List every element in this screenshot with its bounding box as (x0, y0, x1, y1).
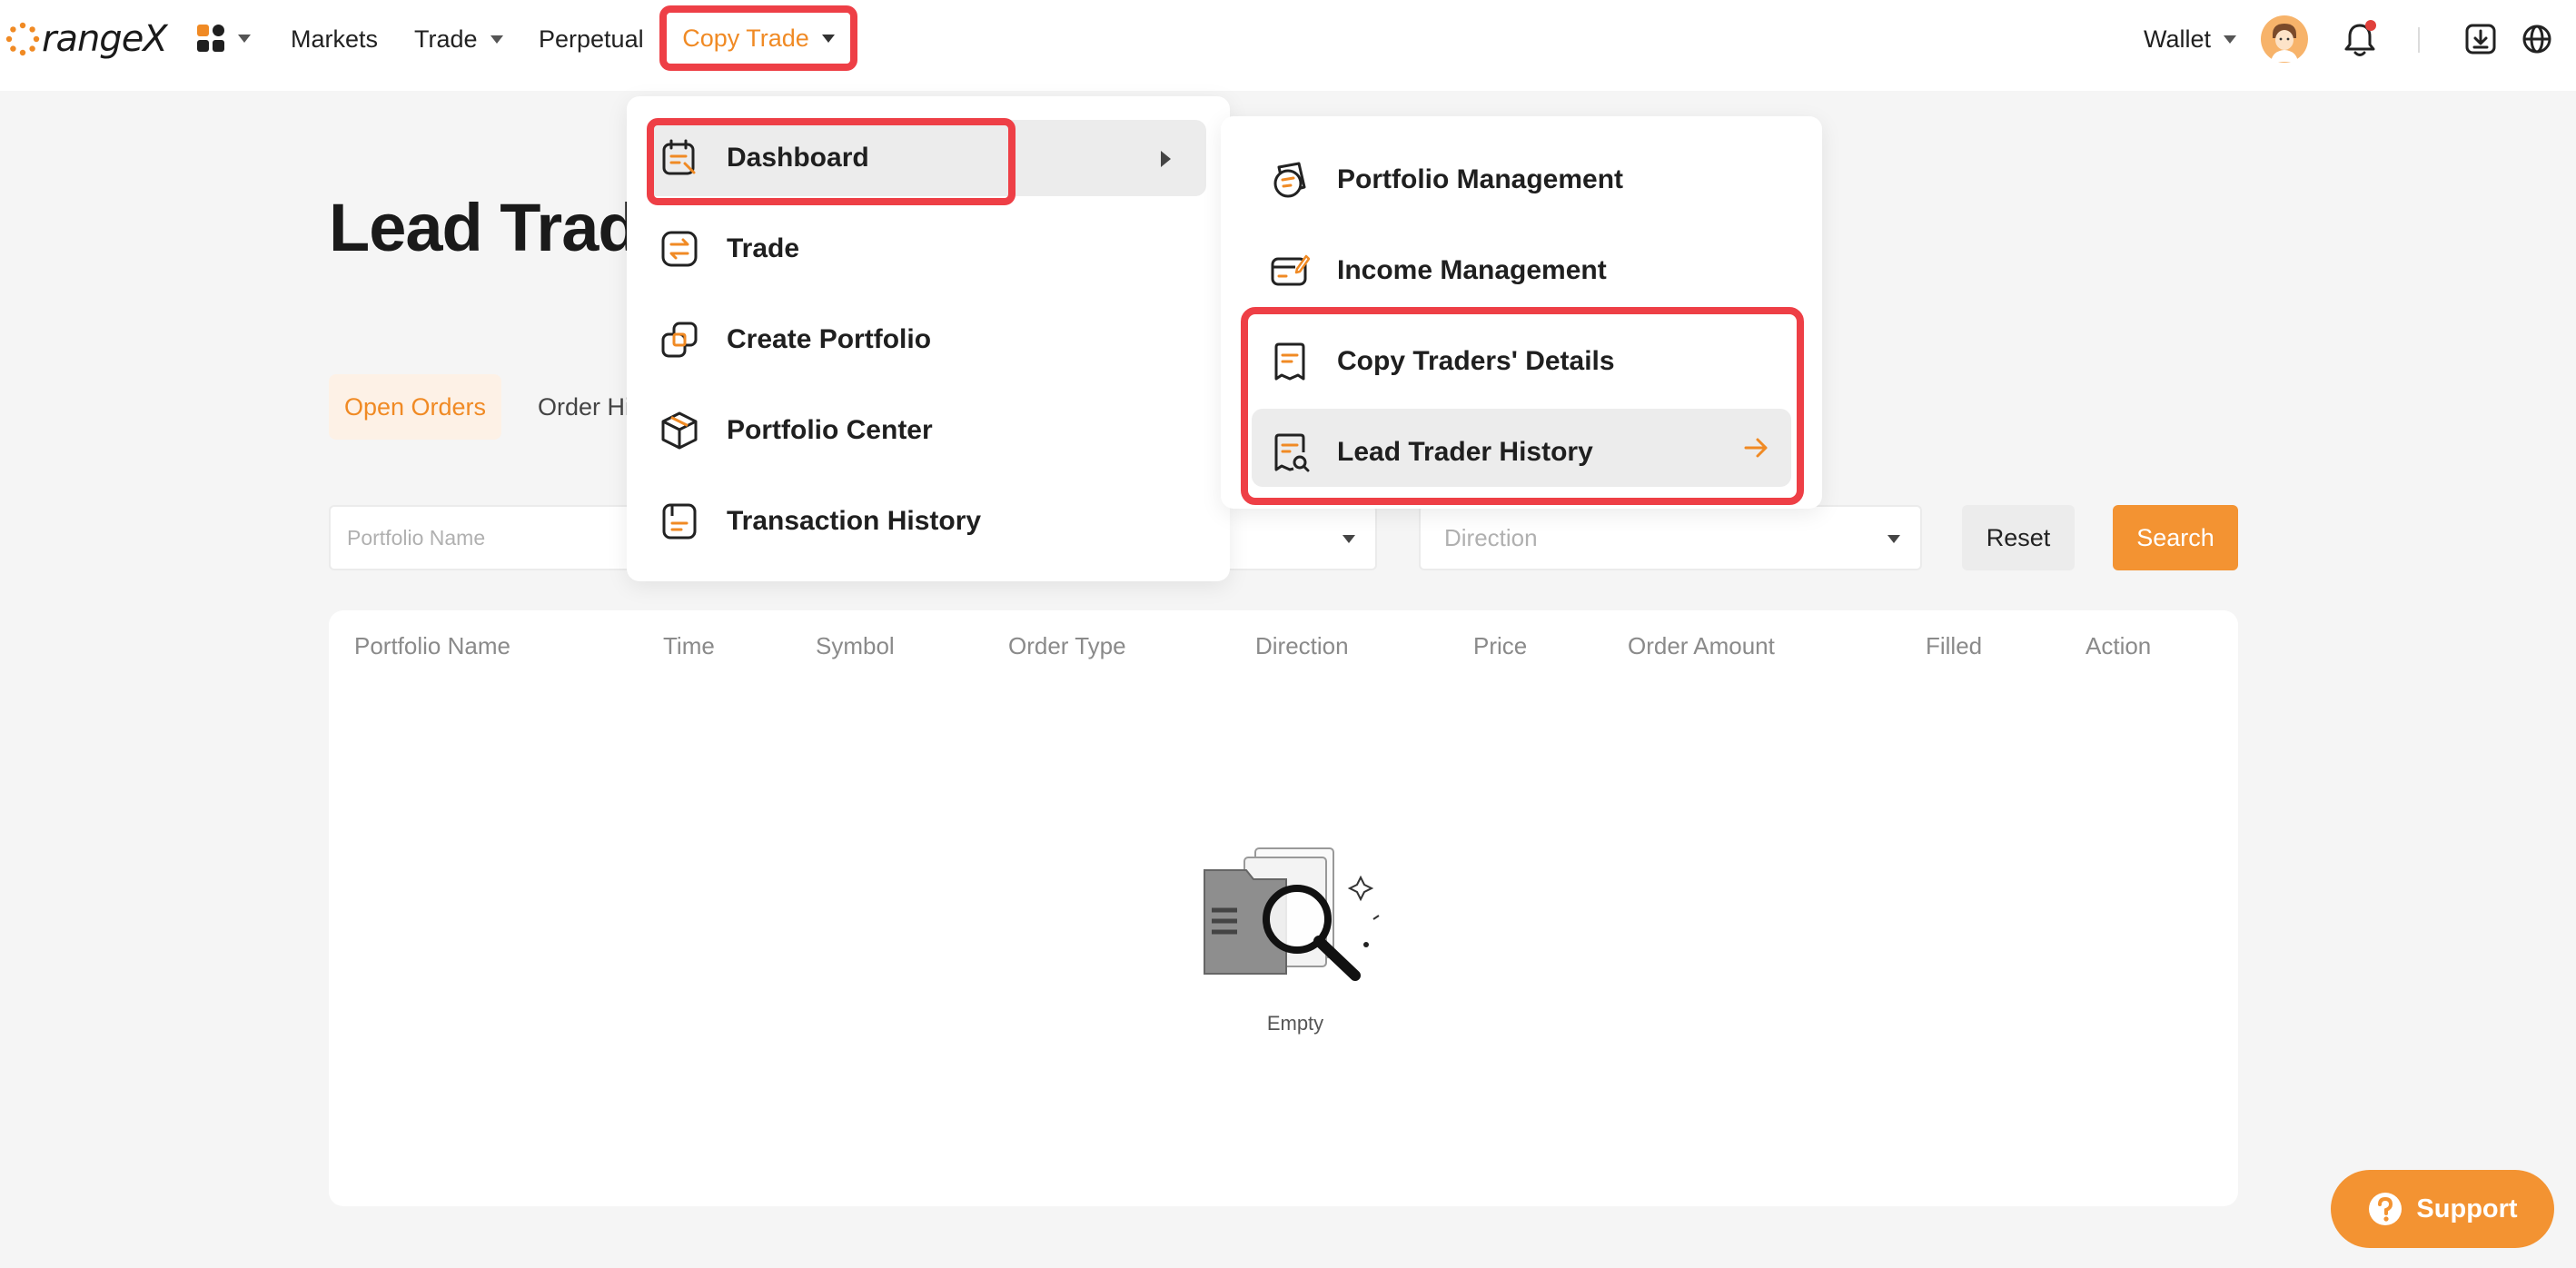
menu-item-label: Create Portfolio (727, 324, 932, 354)
column-header: Order Type (1008, 632, 1126, 659)
symbol-select[interactable] (1217, 505, 1377, 570)
download-button[interactable] (2465, 24, 2496, 54)
apps-grid-icon (197, 25, 224, 52)
dashboard-submenu: Portfolio Management Income Management C… (1221, 116, 1822, 509)
language-button[interactable] (2522, 24, 2552, 54)
direction-placeholder: Direction (1444, 523, 1538, 551)
menu-item-transaction-history[interactable]: Transaction History (659, 489, 981, 554)
column-header: Action (2086, 632, 2152, 659)
menu-item-label: Trade (727, 233, 800, 263)
help-circle-icon (2369, 1193, 2403, 1225)
highlight-box (647, 118, 1016, 205)
reset-button[interactable]: Reset (1962, 505, 2075, 570)
nav-markets[interactable]: Markets (291, 18, 378, 60)
logo-ring-icon (5, 22, 40, 56)
chevron-right-icon (1161, 151, 1171, 167)
nav-perpetual-label: Perpetual (539, 25, 644, 53)
tab-order-history-label: Order Hi (538, 392, 631, 421)
chevron-down-icon (1342, 535, 1355, 543)
notification-button[interactable] (2342, 20, 2378, 58)
copy-squares-icon (659, 320, 699, 360)
menu-item-label: Income Management (1337, 255, 1607, 285)
download-icon (2465, 24, 2496, 54)
menu-item-label: Portfolio Center (727, 415, 933, 445)
menu-item-income-management[interactable]: Income Management (1270, 238, 1607, 303)
menu-item-trade[interactable]: Trade (659, 216, 799, 282)
chevron-down-icon (1887, 535, 1900, 543)
globe-icon (2522, 25, 2551, 54)
income-card-icon (1270, 251, 1310, 291)
chevron-down-icon (490, 35, 503, 44)
wallet-menu[interactable]: Wallet (2144, 20, 2237, 58)
column-header: Price (1473, 632, 1528, 659)
orangex-logo[interactable]: rangeX (5, 15, 168, 64)
column-header: Portfolio Name (354, 632, 510, 659)
document-icon (659, 501, 699, 541)
box-icon (659, 411, 699, 451)
portfolio-management-icon (1270, 160, 1310, 200)
user-avatar-icon (2261, 15, 2308, 63)
column-header: Symbol (816, 632, 895, 659)
avatar[interactable] (2260, 15, 2309, 64)
chevron-down-icon (238, 34, 251, 43)
nav-copy-trade[interactable]: Copy Trade (659, 5, 857, 71)
empty-search-icon (1204, 847, 1380, 981)
support-label: Support (2416, 1194, 2518, 1223)
empty-illustration (1192, 837, 1392, 1005)
header-divider (2418, 27, 2420, 53)
orders-table: Portfolio Name Time Symbol Order Type Di… (329, 610, 2238, 1206)
tab-open-orders-label: Open Orders (343, 392, 487, 421)
chevron-down-icon (821, 34, 835, 43)
menu-item-label: Portfolio Management (1337, 164, 1624, 194)
apps-menu-button[interactable] (196, 24, 251, 53)
tab-open-orders[interactable]: Open Orders (329, 374, 501, 440)
top-nav-bar: rangeX Markets Trade Perpetual Copy Trad… (0, 0, 2576, 91)
direction-select[interactable]: Direction (1419, 505, 1922, 570)
swap-icon (659, 229, 699, 269)
wallet-label: Wallet (2144, 25, 2212, 53)
logo-text: rangeX (42, 18, 168, 60)
menu-item-portfolio-center[interactable]: Portfolio Center (659, 398, 933, 463)
search-button[interactable]: Search (2113, 505, 2238, 570)
chevron-down-icon (2224, 35, 2237, 44)
nav-markets-label: Markets (291, 25, 379, 53)
nav-trade[interactable]: Trade (414, 18, 503, 60)
menu-item-label: Transaction History (727, 506, 982, 536)
column-header: Filled (1926, 632, 1983, 659)
menu-item-create-portfolio[interactable]: Create Portfolio (659, 307, 931, 372)
column-header: Order Amount (1628, 632, 1775, 659)
empty-state-text: Empty (1266, 1012, 1324, 1035)
menu-item-portfolio-management[interactable]: Portfolio Management (1270, 147, 1623, 213)
nav-trade-label: Trade (414, 25, 478, 53)
bell-icon (2344, 20, 2376, 56)
nav-copy-trade-label: Copy Trade (682, 24, 809, 52)
portfolio-name-field[interactable] (329, 505, 656, 570)
copy-trade-menu: Dashboard Trade Create Portfolio Portfol… (627, 96, 1230, 581)
nav-perpetual[interactable]: Perpetual (539, 18, 644, 60)
highlight-box (1241, 307, 1804, 505)
portfolio-name-input[interactable] (347, 525, 654, 550)
reset-label: Reset (1986, 523, 2051, 551)
tab-order-history[interactable]: Order Hi (538, 374, 630, 440)
page-title: Lead Trade (329, 190, 676, 265)
search-label: Search (2136, 523, 2214, 551)
support-button[interactable]: Support (2331, 1170, 2554, 1248)
column-header: Time (663, 632, 715, 659)
column-header: Direction (1255, 632, 1349, 659)
